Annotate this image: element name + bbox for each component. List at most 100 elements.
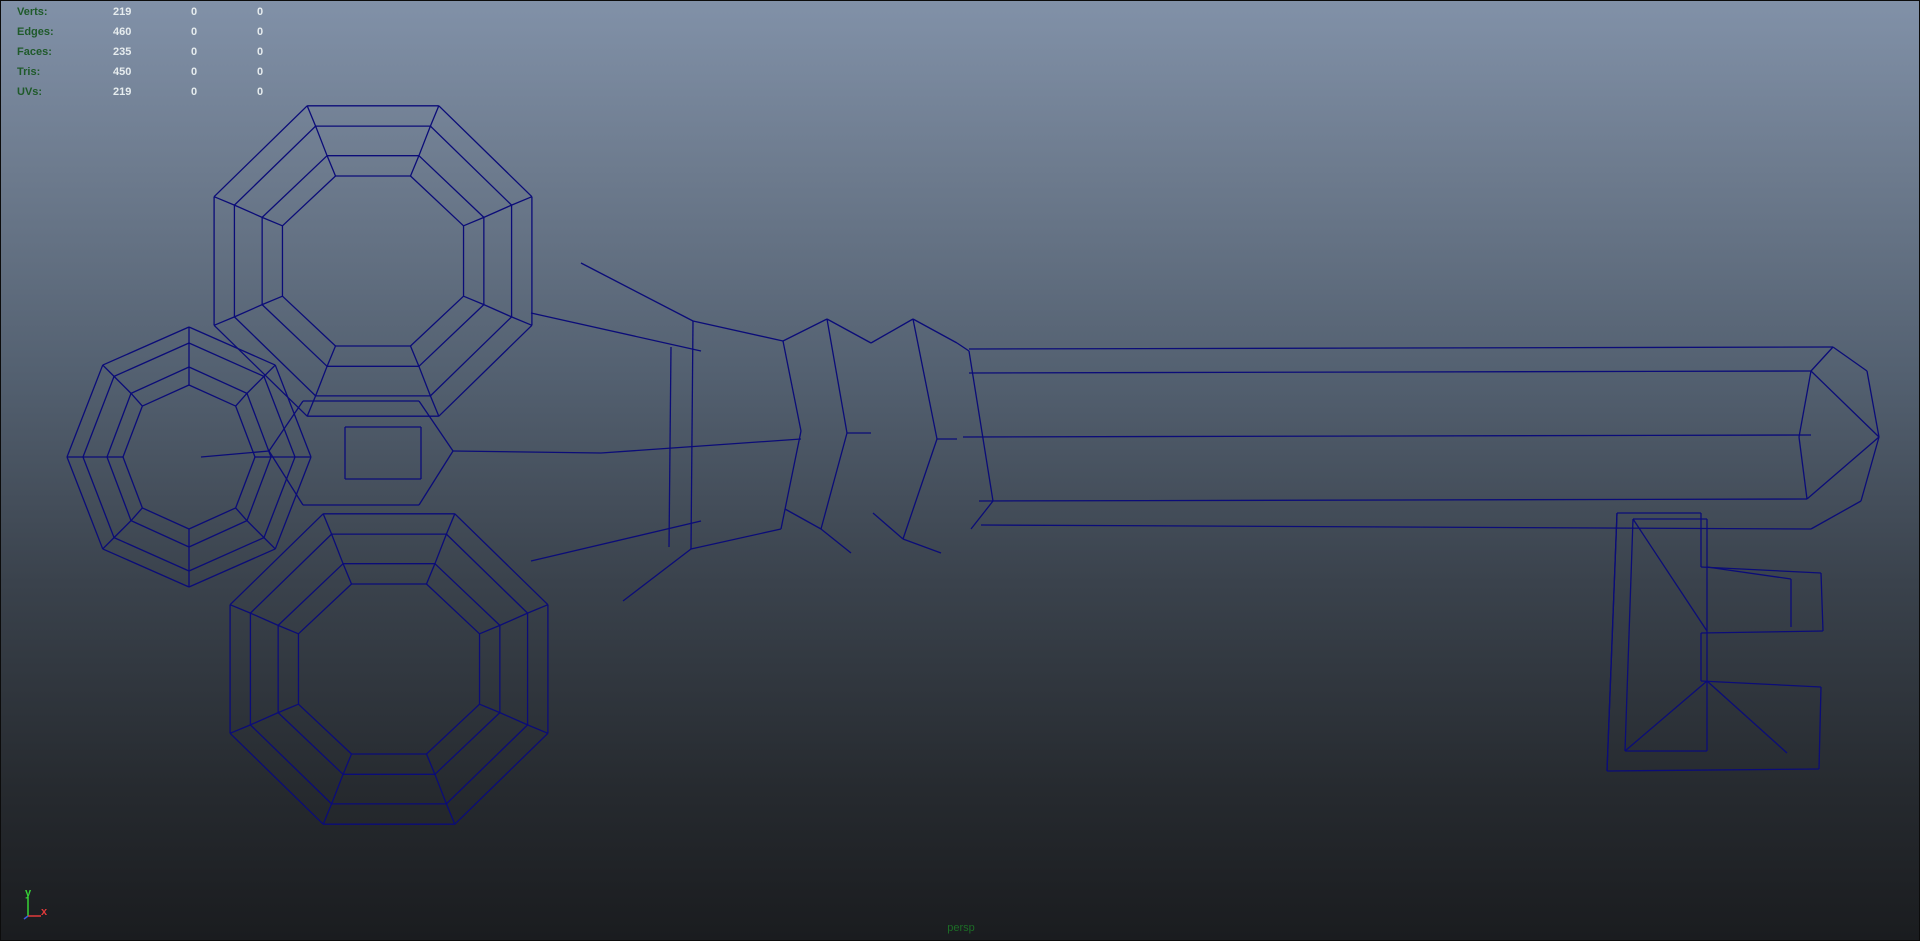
mesh-edge xyxy=(1810,346,1834,372)
mesh-edge xyxy=(263,456,296,538)
mesh-edge xyxy=(113,520,132,539)
mesh-edge xyxy=(499,612,528,626)
mesh-edge xyxy=(277,703,299,714)
mesh-edge xyxy=(200,450,270,458)
mesh-edge xyxy=(912,318,938,440)
camera-name-label: persp xyxy=(947,922,975,934)
mesh-edge xyxy=(330,533,344,564)
axis-y-label: y xyxy=(25,887,32,899)
mesh-edge xyxy=(235,405,256,458)
mesh-edge xyxy=(784,508,822,530)
mesh-edge xyxy=(326,155,337,177)
view-axis-gizmo: y x xyxy=(19,887,59,923)
mesh-edge xyxy=(425,563,436,585)
mesh-edge xyxy=(66,364,104,458)
mesh-edge xyxy=(1700,630,1824,634)
mesh-edge xyxy=(229,732,324,825)
mesh-edge xyxy=(1624,680,1708,752)
mesh-edge xyxy=(980,524,1812,530)
key-wireframe-mesh[interactable] xyxy=(1,1,1920,941)
mesh-edge xyxy=(434,774,448,805)
mesh-edge xyxy=(782,340,802,432)
mesh-edge xyxy=(978,498,1808,502)
mesh-edge xyxy=(499,712,528,726)
mesh-edge xyxy=(580,262,694,322)
mesh-edge xyxy=(479,703,501,714)
mesh-edge xyxy=(246,520,265,539)
mesh-edge xyxy=(826,318,848,434)
mesh-edge xyxy=(1606,512,1618,772)
mesh-edge xyxy=(122,456,143,509)
mesh-edge xyxy=(229,724,251,734)
mesh-edge xyxy=(261,304,328,367)
mesh-edge xyxy=(409,345,420,367)
mesh-edge xyxy=(782,318,828,342)
mesh-edge xyxy=(306,395,317,417)
mesh-edge xyxy=(246,456,272,521)
mesh-edge xyxy=(322,803,333,825)
mesh-edge xyxy=(434,712,501,775)
mesh-edge xyxy=(425,753,436,775)
mesh-edge xyxy=(326,345,337,367)
mesh-edge xyxy=(418,366,432,397)
mesh-edge xyxy=(530,520,702,562)
mesh-edge xyxy=(122,405,143,458)
mesh-edge xyxy=(277,624,299,635)
mesh-edge xyxy=(826,318,872,344)
mesh-edge xyxy=(511,316,533,326)
mesh-edge xyxy=(263,364,276,377)
mesh-edge xyxy=(102,548,190,588)
mesh-edge xyxy=(780,430,802,530)
mesh-edge xyxy=(274,364,312,458)
mesh-edge xyxy=(426,583,480,635)
mesh-edge xyxy=(820,432,848,530)
mesh-edge xyxy=(298,583,352,635)
mesh-edge xyxy=(188,384,236,407)
mesh-edge xyxy=(968,346,1834,350)
mesh-edge xyxy=(234,204,263,218)
mesh-edge xyxy=(113,375,132,394)
mesh-edge xyxy=(409,155,420,177)
mesh-edge xyxy=(1624,518,1634,752)
mesh-edge xyxy=(902,438,938,540)
mesh-edge xyxy=(188,507,236,530)
mesh-edge xyxy=(229,513,324,606)
mesh-edge xyxy=(250,612,279,626)
mesh-edge xyxy=(445,803,456,825)
mesh-edge xyxy=(600,438,802,454)
mesh-edge xyxy=(188,326,276,366)
perspective-viewport[interactable]: Verts: 219 0 0 Edges: 460 0 0 Faces: 235… xyxy=(0,0,1920,941)
mesh-edge xyxy=(1706,680,1788,754)
mesh-edge xyxy=(130,507,143,522)
mesh-edge xyxy=(1818,686,1822,770)
mesh-edge xyxy=(188,342,265,377)
mesh-edge xyxy=(530,312,702,352)
mesh-edge xyxy=(188,537,265,572)
mesh-edge xyxy=(452,450,602,454)
mesh-edge xyxy=(282,295,336,347)
mesh-edge xyxy=(342,563,353,585)
mesh-edge xyxy=(235,456,256,509)
mesh-edge xyxy=(872,512,904,540)
mesh-edge xyxy=(1606,768,1820,772)
mesh-edge xyxy=(314,125,328,156)
mesh-edge xyxy=(261,295,283,306)
mesh-edge xyxy=(246,375,265,394)
mesh-edge xyxy=(479,624,501,635)
mesh-edge xyxy=(429,395,440,417)
mesh-edge xyxy=(113,342,190,377)
mesh-edge xyxy=(330,774,344,805)
mesh-edge xyxy=(306,105,317,127)
mesh-edge xyxy=(229,604,251,614)
mesh-edge xyxy=(82,456,115,538)
mesh-edge xyxy=(263,537,276,550)
mesh-edge xyxy=(429,105,440,127)
mesh-edge xyxy=(454,513,549,606)
mesh-edge xyxy=(234,304,263,318)
mesh-edge xyxy=(261,155,328,218)
mesh-edge xyxy=(1798,370,1812,438)
mesh-edge xyxy=(445,513,456,535)
mesh-edge xyxy=(418,450,454,506)
mesh-edge xyxy=(962,434,1812,438)
mesh-edge xyxy=(1700,566,1822,574)
